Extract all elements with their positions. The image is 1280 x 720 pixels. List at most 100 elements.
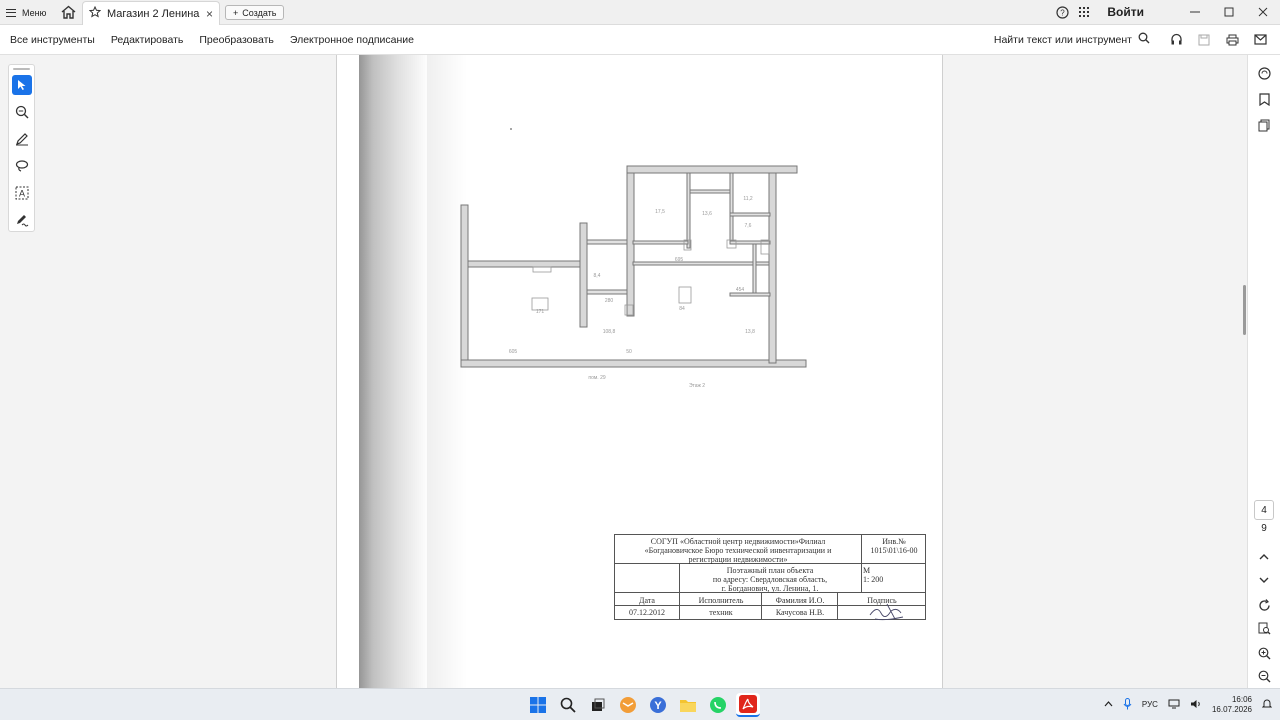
network-icon[interactable] — [1168, 699, 1180, 711]
quick-tools-panel: A — [8, 64, 35, 232]
inventory-value: 1015\01\16-00 — [870, 546, 918, 555]
window-close-icon[interactable] — [1246, 0, 1280, 24]
menu-button[interactable]: Меню — [6, 4, 46, 21]
start-icon[interactable] — [526, 693, 550, 717]
page-down-icon[interactable] — [1254, 570, 1274, 590]
find-label: Найти текст или инструмент — [993, 33, 1132, 46]
svg-text:50: 50 — [626, 349, 632, 355]
date-value: 07.12.2012 — [629, 608, 665, 617]
inventory-label: Инв.№ — [882, 537, 906, 546]
hamburger-icon — [6, 8, 16, 17]
clock-time: 16:06 — [1231, 694, 1252, 704]
page-up-icon[interactable] — [1254, 547, 1274, 567]
current-page-input[interactable]: 4 — [1254, 500, 1274, 520]
create-button[interactable]: + Создать — [225, 5, 285, 20]
text-box-icon[interactable]: A — [12, 183, 32, 203]
zoom-in-icon[interactable] — [1254, 643, 1274, 663]
tray-chevron-icon[interactable] — [1104, 700, 1113, 709]
system-clock[interactable]: 16:06 16.07.2026 — [1212, 695, 1252, 715]
browser-icon[interactable] — [616, 693, 640, 717]
date-label: Дата — [639, 596, 655, 605]
signature-scribble — [869, 603, 904, 621]
login-button[interactable]: Войти — [1107, 5, 1144, 19]
org-line-3: регистрации недвижимости» — [688, 555, 788, 564]
svg-text:280: 280 — [605, 298, 614, 304]
svg-text:Этаж 2: Этаж 2 — [689, 383, 705, 389]
microphone-icon[interactable] — [1123, 697, 1132, 712]
tab-close-icon[interactable]: × — [206, 7, 213, 21]
main-toolbar: Все инструменты Редактировать Преобразов… — [0, 25, 1280, 55]
notifications-icon[interactable] — [1261, 698, 1273, 711]
lasso-icon[interactable] — [12, 156, 32, 176]
acrobat-icon[interactable] — [736, 693, 760, 717]
plus-icon: + — [233, 7, 239, 18]
apps-grid-icon[interactable] — [1073, 1, 1095, 23]
email-icon[interactable] — [1250, 30, 1270, 50]
pdf-page: 171 108,8 84 17,5 13,6 11,2 7,6 13,8 8,4… — [336, 55, 943, 688]
menu-label: Меню — [22, 7, 47, 18]
search-taskbar-icon[interactable] — [556, 693, 580, 717]
svg-text:171: 171 — [536, 309, 545, 315]
page-search-icon[interactable] — [1254, 618, 1274, 638]
select-cursor-icon[interactable] — [12, 75, 32, 95]
save-icon[interactable] — [1194, 30, 1214, 50]
maximize-icon[interactable] — [1212, 0, 1246, 24]
rotate-icon[interactable] — [1254, 595, 1274, 615]
svg-text:Y: Y — [654, 700, 662, 712]
help-icon[interactable]: ? — [1051, 1, 1073, 23]
comment-icon[interactable] — [1254, 63, 1274, 83]
find-tool[interactable]: Найти текст или инструмент — [994, 32, 1150, 47]
doc-line-2: по адресу: Свердловская область, — [712, 575, 828, 584]
executor-value: техник — [709, 608, 733, 617]
whatsapp-icon[interactable] — [706, 693, 730, 717]
pages-icon[interactable] — [1254, 115, 1274, 135]
total-pages: 9 — [1261, 523, 1267, 534]
language-indicator[interactable]: РУС — [1142, 700, 1158, 709]
svg-text:11,2: 11,2 — [743, 196, 753, 202]
svg-text:695: 695 — [675, 257, 684, 263]
svg-text:17,5: 17,5 — [655, 209, 665, 215]
edit-menu[interactable]: Редактировать — [111, 34, 184, 46]
name-value: Качусова Н.В. — [775, 608, 825, 617]
svg-text:605: 605 — [509, 349, 518, 355]
svg-text:454: 454 — [736, 287, 745, 293]
tab-title: Магазин 2 Ленина,... — [107, 7, 200, 20]
sign-icon[interactable] — [12, 210, 32, 230]
name-label: Фамилия И.О. — [775, 596, 825, 605]
title-bar: Меню Магазин 2 Ленина,... × + Создать ? … — [0, 0, 1280, 25]
pen-icon[interactable] — [12, 129, 32, 149]
vertical-scrollbar[interactable] — [1243, 285, 1246, 335]
home-icon[interactable] — [60, 4, 77, 21]
zoom-out-icon[interactable] — [1254, 666, 1274, 686]
convert-menu[interactable]: Преобразовать — [199, 34, 274, 46]
org-line-1: СОГУП «Областной центр недвижимости»Фили… — [650, 537, 826, 546]
scale-value: 1: 200 — [863, 575, 884, 584]
doc-line-3: г. Богданович, ул. Ленина, 1. — [721, 584, 819, 593]
doc-line-1: Поэтажный план объекта — [726, 566, 814, 575]
title-block: СОГУП «Областной центр недвижимости»Фили… — [614, 534, 926, 621]
drag-handle[interactable] — [13, 68, 30, 70]
star-icon[interactable] — [88, 5, 102, 21]
svg-text:A: A — [19, 189, 25, 199]
svg-text:?: ? — [1060, 8, 1065, 17]
create-label: Создать — [242, 7, 277, 18]
read-aloud-icon[interactable] — [1166, 30, 1186, 50]
executor-label: Исполнитель — [698, 596, 744, 605]
bookmark-icon[interactable] — [1254, 89, 1274, 109]
right-rail: 4 9 — [1243, 55, 1280, 688]
svg-text:пом. 29: пом. 29 — [588, 375, 605, 381]
volume-icon[interactable] — [1190, 699, 1202, 711]
all-tools-menu[interactable]: Все инструменты — [10, 34, 95, 46]
svg-text:7,6: 7,6 — [745, 223, 752, 229]
clock-date: 16.07.2026 — [1211, 704, 1252, 714]
svg-text:8,4: 8,4 — [594, 273, 601, 279]
document-tab[interactable]: Магазин 2 Ленина,... × — [82, 1, 220, 25]
print-icon[interactable] — [1222, 30, 1242, 50]
minimize-icon[interactable] — [1178, 0, 1212, 24]
yandex-browser-icon[interactable]: Y — [646, 693, 670, 717]
windows-taskbar: Y РУС 16:06 16.07.2026 — [0, 688, 1280, 720]
e-sign-menu[interactable]: Электронное подписание — [290, 34, 414, 46]
file-explorer-icon[interactable] — [676, 693, 700, 717]
task-view-icon[interactable] — [586, 693, 610, 717]
comment-zoom-icon[interactable] — [12, 102, 32, 122]
